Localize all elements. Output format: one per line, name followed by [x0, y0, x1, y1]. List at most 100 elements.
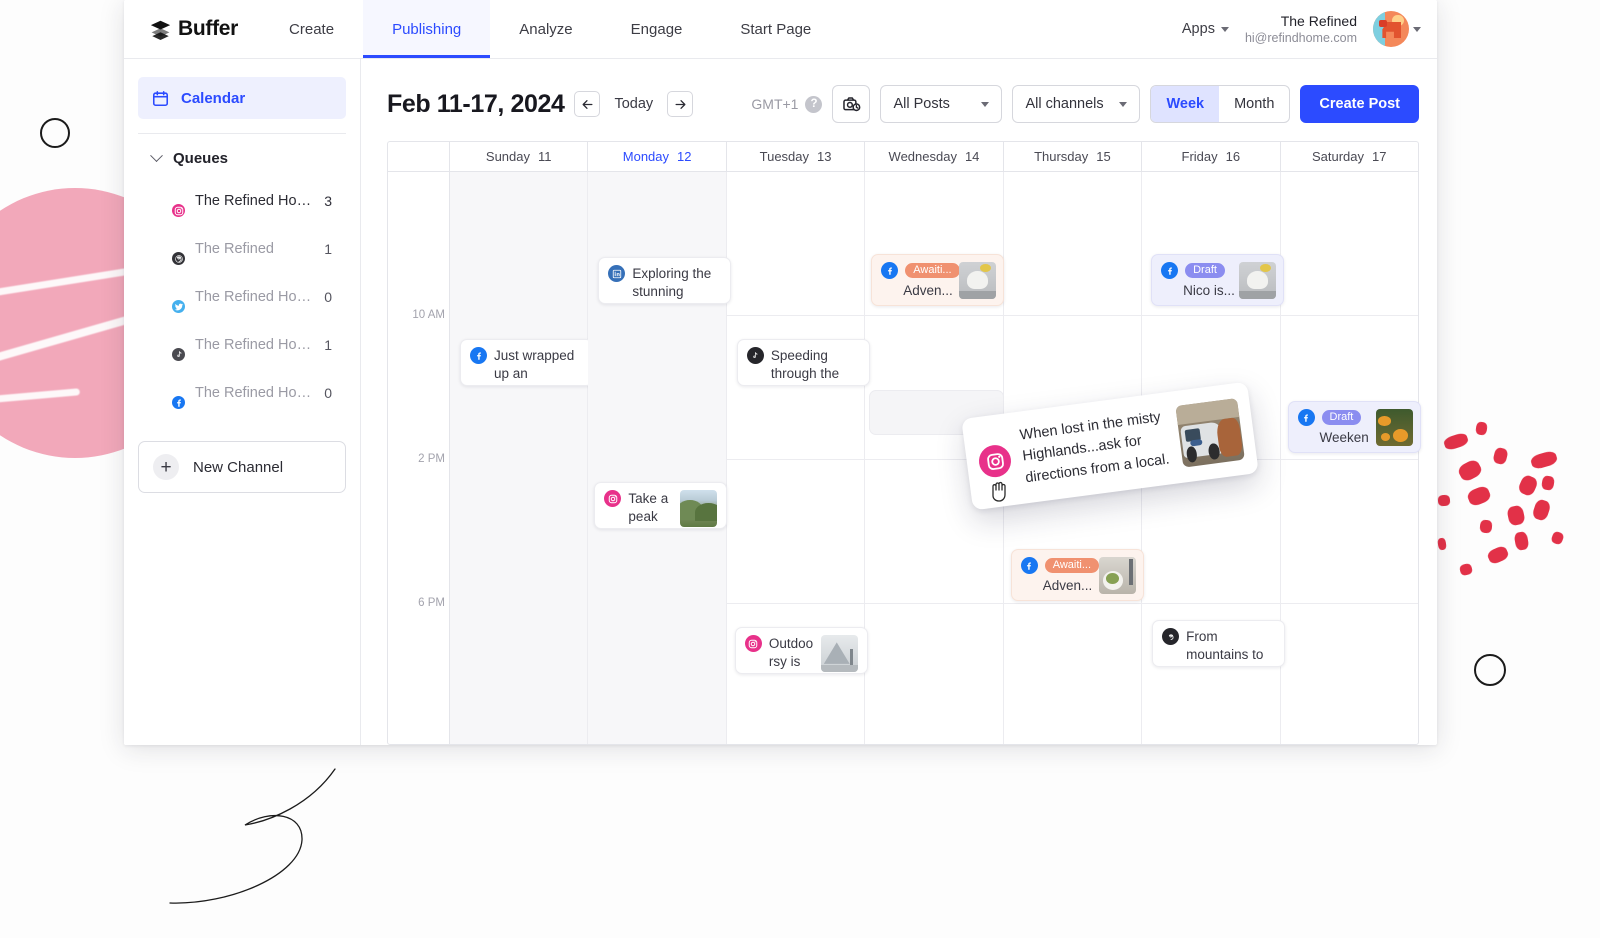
- day-header-wednesday[interactable]: Wednesday 14: [865, 142, 1004, 171]
- apps-menu[interactable]: Apps: [1182, 21, 1229, 37]
- post-card[interactable]: From mountains to lochs...: [1152, 620, 1286, 667]
- time-label-10am: 10 AM: [412, 309, 445, 321]
- avatar: [152, 330, 187, 363]
- day-header-thursday[interactable]: Thursday 15: [1004, 142, 1143, 171]
- post-card[interactable]: Awaiti... Adven...: [1010, 549, 1144, 601]
- time-gutter: 10 AM 2 PM 6 PM: [388, 172, 450, 744]
- post-card[interactable]: Draft Nico is...: [1151, 254, 1285, 306]
- post-card[interactable]: Speeding through the Sc...: [736, 339, 870, 386]
- day-name: Sunday: [485, 149, 530, 164]
- post-card[interactable]: Exploring the stunning Scott...: [598, 257, 732, 304]
- nav-tab-engage[interactable]: Engage: [602, 0, 712, 58]
- nav-tab-start-page[interactable]: Start Page: [711, 0, 840, 58]
- post-text: Adven...: [903, 283, 953, 298]
- nav-tab-publishing[interactable]: Publishing: [363, 0, 491, 58]
- day-column-sunday[interactable]: Just wrapped up an incredibl...: [450, 172, 593, 744]
- channels-filter-value: All channels: [1025, 96, 1104, 112]
- day-number: 14: [964, 149, 980, 164]
- primary-nav-tabs: Create Publishing Analyze Engage Start P…: [260, 0, 840, 58]
- threads-icon: [170, 250, 187, 267]
- queue-item-facebook[interactable]: The Refined Home 0: [138, 369, 346, 417]
- day-number: 15: [1096, 149, 1111, 164]
- decorative-swoosh-line: [169, 768, 336, 904]
- day-column-tuesday[interactable]: Speeding through the Sc... Outdoo rsy is…: [727, 172, 870, 744]
- day-header-sunday[interactable]: Sunday 11: [450, 142, 589, 171]
- queues-label: Queues: [173, 150, 229, 167]
- posts-filter-select[interactable]: All Posts: [880, 85, 1003, 123]
- plus-icon: +: [153, 454, 179, 480]
- day-name: Saturday: [1311, 149, 1365, 164]
- account-name: The Refined: [1280, 12, 1357, 29]
- nav-tab-analyze[interactable]: Analyze: [490, 0, 601, 58]
- queue-name: The Refined Home: [195, 385, 312, 401]
- buffer-logo[interactable]: Buffer: [124, 0, 260, 58]
- queue-item-twitter[interactable]: The Refined Home 0: [138, 273, 346, 321]
- day-header-monday[interactable]: Monday 12: [588, 142, 727, 171]
- queue-name: The Refined: [195, 241, 274, 257]
- account-info: The Refined hi@refindhome.com: [1245, 12, 1357, 47]
- screenshot-stage: Buffer Create Publishing Analyze Engage …: [0, 0, 1600, 938]
- post-thumbnail: [680, 490, 718, 527]
- queue-count: 3: [324, 193, 332, 209]
- decorative-red-confetti: [1430, 400, 1600, 650]
- create-post-button[interactable]: Create Post: [1300, 85, 1419, 123]
- sidebar-item-calendar[interactable]: Calendar: [138, 77, 346, 119]
- post-thumbnail: [1375, 409, 1413, 446]
- chevron-down-icon: [1413, 26, 1421, 32]
- arrow-right-icon: [675, 99, 686, 109]
- next-week-button[interactable]: [667, 91, 694, 117]
- queue-item-instagram[interactable]: The Refined Home 3: [138, 177, 346, 225]
- view-toggle: Week Month: [1150, 85, 1291, 123]
- day-column-monday[interactable]: Exploring the stunning Scott... Take a p…: [588, 172, 732, 744]
- calendar-day-header: Sunday 11 Monday 12 Tuesday 13 Wednesday…: [388, 142, 1418, 172]
- facebook-icon: [1297, 409, 1315, 426]
- status-badge: Awaiti...: [905, 263, 960, 278]
- calendar-toolbar: Feb 11-17, 2024 Today GMT+1 ? All Posts …: [361, 59, 1437, 141]
- arrow-left-icon: [582, 99, 593, 109]
- day-header-saturday[interactable]: Saturday 17: [1281, 142, 1418, 171]
- nav-tab-analyze-label: Analyze: [519, 20, 573, 38]
- day-column-saturday[interactable]: Draft Weeken: [1281, 172, 1421, 744]
- day-number: 13: [817, 149, 832, 164]
- avatar: [152, 378, 187, 411]
- account-menu[interactable]: [1373, 11, 1421, 47]
- post-card[interactable]: Just wrapped up an incredibl...: [460, 339, 593, 386]
- previous-week-button[interactable]: [574, 91, 601, 117]
- nav-tab-create[interactable]: Create: [260, 0, 363, 58]
- post-card[interactable]: Awaiti... Adven...: [871, 254, 1005, 306]
- apps-menu-label: Apps: [1181, 21, 1215, 37]
- queues-section-toggle[interactable]: Queues: [138, 134, 346, 177]
- facebook-icon: [881, 262, 899, 279]
- dragging-post-text: When lost in the misty Highlands...ask f…: [1018, 409, 1171, 486]
- create-post-label: Create Post: [1319, 96, 1400, 112]
- post-text: Adven...: [1042, 578, 1093, 593]
- linkedin-icon: [608, 265, 626, 282]
- help-icon[interactable]: ?: [805, 95, 823, 113]
- today-button[interactable]: Today: [610, 96, 657, 112]
- time-gutter-header: [388, 142, 450, 171]
- account-email: hi@refindhome.com: [1244, 30, 1357, 45]
- queue-name: The Refined Home: [195, 289, 312, 305]
- post-text: Exploring the stunning Scott...: [632, 266, 712, 303]
- post-card[interactable]: Draft Weeken: [1287, 401, 1421, 453]
- view-toggle-week[interactable]: Week: [1151, 86, 1220, 122]
- status-badge: Draft: [1185, 263, 1225, 278]
- queue-item-threads[interactable]: The Refined 1: [138, 225, 346, 273]
- post-card[interactable]: Outdoo rsy is ...: [734, 627, 868, 674]
- decorative-ring-left: [40, 118, 70, 148]
- posts-filter-value: All Posts: [893, 96, 950, 112]
- day-header-friday[interactable]: Friday 16: [1142, 142, 1281, 171]
- post-card[interactable]: Take a peak i...: [594, 482, 728, 529]
- camera-schedule-icon: [843, 96, 861, 111]
- post-thumbnail: [959, 262, 997, 299]
- schedule-camera-button[interactable]: [832, 85, 871, 123]
- queue-item-tiktok[interactable]: The Refined Home 1: [138, 321, 346, 369]
- nav-tab-create-label: Create: [289, 20, 335, 38]
- status-badge: Awaiti...: [1044, 558, 1099, 573]
- view-toggle-month[interactable]: Month: [1219, 86, 1289, 122]
- day-header-tuesday[interactable]: Tuesday 13: [727, 142, 866, 171]
- channels-filter-select[interactable]: All channels: [1012, 85, 1141, 123]
- sidebar: Calendar Queues The Refined Home 3 The R…: [124, 59, 360, 745]
- instagram-icon: [170, 202, 187, 219]
- new-channel-button[interactable]: + New Channel: [138, 441, 346, 493]
